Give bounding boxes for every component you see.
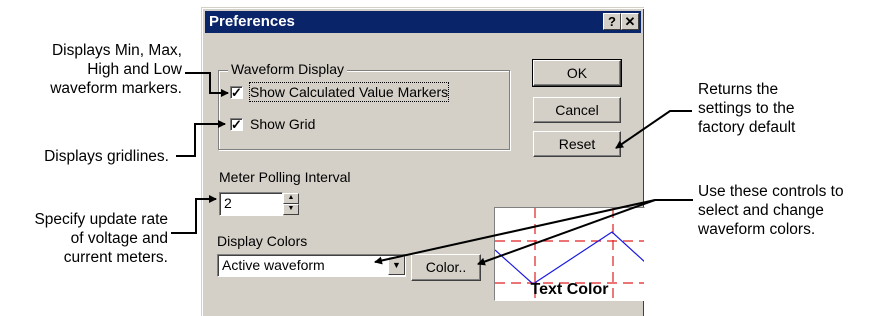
- annotation-gridlines: Displays gridlines.: [0, 147, 169, 166]
- annotation-line: select and change: [698, 202, 824, 219]
- annotation-line: waveform markers.: [50, 80, 182, 97]
- annotation-line: current meters.: [63, 249, 168, 266]
- color-button[interactable]: Color..: [411, 254, 481, 281]
- annotation-line: Displays Min, Max,: [51, 42, 182, 59]
- color-preview: Text Color: [494, 207, 645, 301]
- cancel-button[interactable]: Cancel: [533, 97, 621, 123]
- help-button[interactable]: ?: [603, 13, 621, 30]
- polling-interval-input[interactable]: 2: [219, 192, 283, 216]
- dialog-title: Preferences: [209, 13, 295, 30]
- show-grid-label[interactable]: Show Grid: [250, 115, 315, 133]
- annotation-polling: Specify update rate of voltage and curre…: [0, 210, 168, 267]
- annotation-markers: Displays Min, Max, High and Low waveform…: [0, 41, 182, 98]
- show-markers-label[interactable]: Show Calculated Value Markers: [248, 82, 450, 102]
- checkmark-icon: ✓: [231, 117, 242, 132]
- annotation-line: High and Low: [87, 61, 182, 78]
- annotation-line: of voltage and: [70, 230, 168, 247]
- spin-up-button[interactable]: ▲: [283, 193, 299, 204]
- annotation-line: settings to the: [698, 100, 795, 117]
- title-bar[interactable]: Preferences ? ✕: [205, 11, 641, 33]
- show-markers-checkbox[interactable]: ✓: [230, 86, 243, 99]
- spin-down-button[interactable]: ▼: [283, 204, 299, 215]
- preferences-dialog: Preferences ? ✕ Waveform Display ✓ Show …: [201, 7, 645, 316]
- annotation-line: Displays gridlines.: [44, 148, 169, 165]
- polling-interval-label: Meter Polling Interval: [219, 169, 351, 185]
- annotation-line: Use these controls to: [698, 183, 844, 200]
- annotation-line: factory default: [698, 119, 796, 136]
- checkmark-icon: ✓: [231, 85, 242, 100]
- annotation-line: waveform colors.: [698, 221, 816, 238]
- display-colors-select[interactable]: Active waveform: [217, 254, 406, 277]
- show-grid-checkbox[interactable]: ✓: [230, 118, 243, 131]
- waveform-display-group: [218, 70, 510, 150]
- annotation-line: Returns the: [698, 81, 779, 98]
- preview-text: Text Color: [530, 281, 609, 298]
- ok-button[interactable]: OK: [532, 59, 622, 87]
- display-colors-label: Display Colors: [217, 233, 308, 249]
- annotation-colors: Use these controls to select and change …: [698, 182, 873, 239]
- waveform-line: [495, 231, 644, 285]
- close-button[interactable]: ✕: [621, 13, 639, 30]
- annotation-reset: Returns the settings to the factory defa…: [698, 80, 873, 137]
- annotation-line: Specify update rate: [34, 211, 168, 228]
- waveform-display-label: Waveform Display: [228, 60, 348, 78]
- chevron-down-icon[interactable]: ▼: [388, 256, 405, 275]
- reset-button[interactable]: Reset: [533, 131, 621, 157]
